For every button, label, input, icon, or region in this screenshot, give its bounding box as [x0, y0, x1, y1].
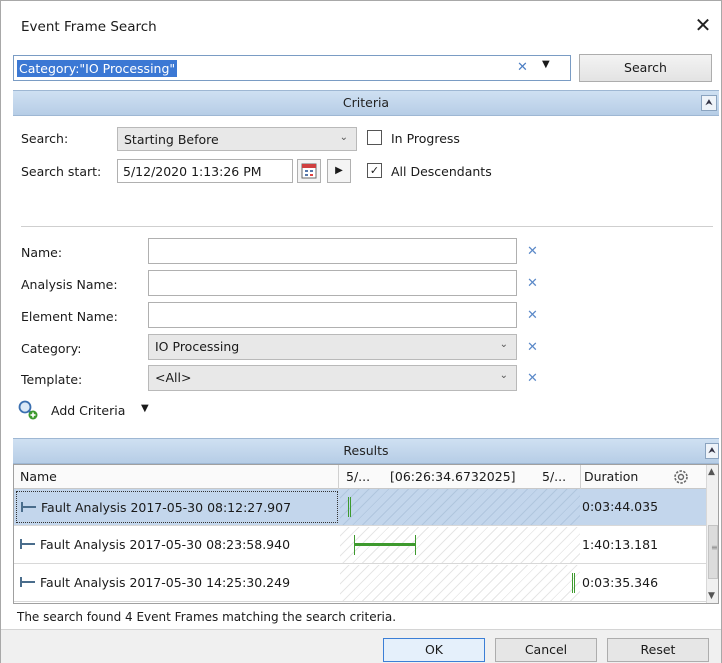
event-frame-name-cell: Fault Analysis 2017-05-30 08:12:27.907: [16, 491, 338, 523]
event-frame-search-window: Event Frame Search ✕ Category:"IO Proces…: [0, 0, 722, 663]
column-settings-gear-icon[interactable]: [672, 468, 690, 486]
table-row[interactable]: Fault Analysis 2017-05-30 08:12:27.907 0…: [14, 489, 706, 526]
event-frame-icon: [20, 539, 35, 549]
all-descendants-checkbox[interactable]: ✓: [367, 163, 382, 178]
results-status-text: The search found 4 Event Frames matching…: [17, 610, 397, 624]
window-title: Event Frame Search: [21, 19, 157, 35]
column-time-center[interactable]: [06:26:34.6732025]: [390, 469, 516, 484]
event-duration-bar: [348, 497, 351, 517]
play-forward-button[interactable]: ▶: [327, 159, 351, 183]
results-header-label: Results: [343, 443, 389, 458]
criteria-header[interactable]: Criteria: [13, 90, 719, 116]
analysis-name-field[interactable]: [148, 270, 517, 296]
analysis-name-label: Analysis Name:: [21, 277, 118, 292]
search-button[interactable]: Search: [579, 54, 712, 82]
title-bar: Event Frame Search ✕: [1, 1, 721, 51]
element-name-field[interactable]: [148, 302, 517, 328]
name-label: Name:: [21, 245, 63, 260]
collapse-results-icon[interactable]: ⮝: [705, 443, 719, 459]
chevron-down-icon: ⌄: [339, 132, 348, 143]
table-row[interactable]: Fault Analysis 2017-05-30 14:25:30.249 0…: [14, 565, 706, 602]
clear-template-icon[interactable]: ✕: [527, 371, 538, 386]
all-descendants-label: All Descendants: [391, 164, 492, 179]
column-name[interactable]: Name: [20, 469, 57, 484]
search-query-text: Category:"IO Processing": [17, 60, 178, 77]
column-duration[interactable]: Duration: [584, 469, 638, 484]
checkmark-icon: ✓: [369, 164, 380, 177]
clear-name-icon[interactable]: ✕: [527, 244, 538, 259]
event-frame-name: Fault Analysis 2017-05-30 08:23:58.940: [40, 537, 291, 552]
clear-search-icon[interactable]: ✕: [517, 60, 528, 75]
template-label: Template:: [21, 372, 83, 387]
calendar-icon: [301, 163, 317, 179]
in-progress-label: In Progress: [391, 131, 460, 146]
template-select[interactable]: <All> ⌄: [148, 365, 517, 391]
category-select[interactable]: IO Processing ⌄: [148, 334, 517, 360]
search-mode-label: Search:: [21, 131, 69, 146]
scroll-up-icon[interactable]: ▲: [708, 467, 715, 477]
column-time-start[interactable]: 5/...: [346, 469, 370, 484]
column-time-end[interactable]: 5/...: [542, 469, 566, 484]
category-label: Category:: [21, 341, 82, 356]
timeline-cell: [340, 489, 580, 525]
results-grid: Name 5/... [06:26:34.6732025] 5/... Dura…: [13, 464, 719, 604]
close-icon[interactable]: ✕: [691, 13, 715, 37]
search-mode-select[interactable]: Starting Before ⌄: [117, 127, 357, 151]
calendar-button[interactable]: [297, 159, 321, 183]
event-frame-name: Fault Analysis 2017-05-30 08:12:27.907: [41, 500, 292, 515]
search-start-label: Search start:: [21, 164, 102, 179]
search-mode-value: Starting Before: [124, 132, 219, 147]
event-duration-bar: [354, 535, 416, 555]
grip-icon: ≡: [711, 543, 718, 552]
clear-category-icon[interactable]: ✕: [527, 340, 538, 355]
search-history-dropdown-icon[interactable]: ▼: [542, 59, 550, 70]
scroll-thumb[interactable]: ≡: [708, 525, 718, 579]
dialog-footer: OK Cancel Reset: [1, 629, 721, 663]
duration-value: 1:40:13.181: [582, 537, 659, 552]
name-field[interactable]: [148, 238, 517, 264]
cancel-button[interactable]: Cancel: [495, 638, 597, 662]
event-duration-bar: [572, 573, 575, 593]
add-criteria-dropdown-icon: ▼: [141, 403, 149, 414]
ok-button[interactable]: OK: [383, 638, 485, 662]
reset-button[interactable]: Reset: [607, 638, 709, 662]
column-separator: [338, 465, 339, 489]
search-input[interactable]: Category:"IO Processing" ✕ ▼: [13, 55, 571, 81]
column-separator: [580, 465, 581, 489]
event-frame-name-cell: Fault Analysis 2017-05-30 08:23:58.940: [16, 529, 338, 561]
duration-value: 0:03:35.346: [582, 575, 659, 590]
criteria-divider: [21, 226, 713, 227]
category-value: IO Processing: [155, 339, 240, 354]
results-grid-header: Name 5/... [06:26:34.6732025] 5/... Dura…: [14, 465, 706, 489]
chevron-down-icon: ⌄: [499, 370, 508, 381]
element-name-label: Element Name:: [21, 309, 118, 324]
clear-element-name-icon[interactable]: ✕: [527, 308, 538, 323]
table-row[interactable]: Fault Analysis 2017-05-30 08:23:58.940 1…: [14, 527, 706, 564]
event-frame-icon: [20, 577, 35, 587]
event-frame-icon: [21, 502, 36, 512]
play-icon: ▶: [335, 165, 343, 176]
criteria-header-label: Criteria: [342, 95, 390, 110]
add-criteria-button[interactable]: Add Criteria ▼: [17, 399, 157, 423]
add-criteria-label: Add Criteria: [51, 403, 126, 418]
timeline-cell: [340, 565, 580, 601]
scroll-down-icon[interactable]: ▼: [708, 591, 715, 601]
results-header[interactable]: Results: [13, 438, 719, 464]
search-add-icon: [18, 400, 38, 420]
event-frame-name: Fault Analysis 2017-05-30 14:25:30.249: [40, 575, 291, 590]
search-start-field[interactable]: 5/12/2020 1:13:26 PM: [117, 159, 293, 183]
duration-value: 0:03:44.035: [582, 499, 659, 514]
event-frame-name-cell: Fault Analysis 2017-05-30 14:25:30.249: [16, 567, 338, 599]
timeline-cell: [340, 527, 580, 563]
collapse-criteria-icon[interactable]: ⮝: [701, 95, 717, 111]
chevron-down-icon: ⌄: [499, 339, 508, 350]
in-progress-checkbox[interactable]: [367, 130, 382, 145]
clear-analysis-name-icon[interactable]: ✕: [527, 276, 538, 291]
results-scrollbar[interactable]: ▲ ≡ ▼: [706, 465, 718, 603]
search-start-value: 5/12/2020 1:13:26 PM: [123, 164, 262, 179]
template-value: <All>: [155, 370, 192, 385]
